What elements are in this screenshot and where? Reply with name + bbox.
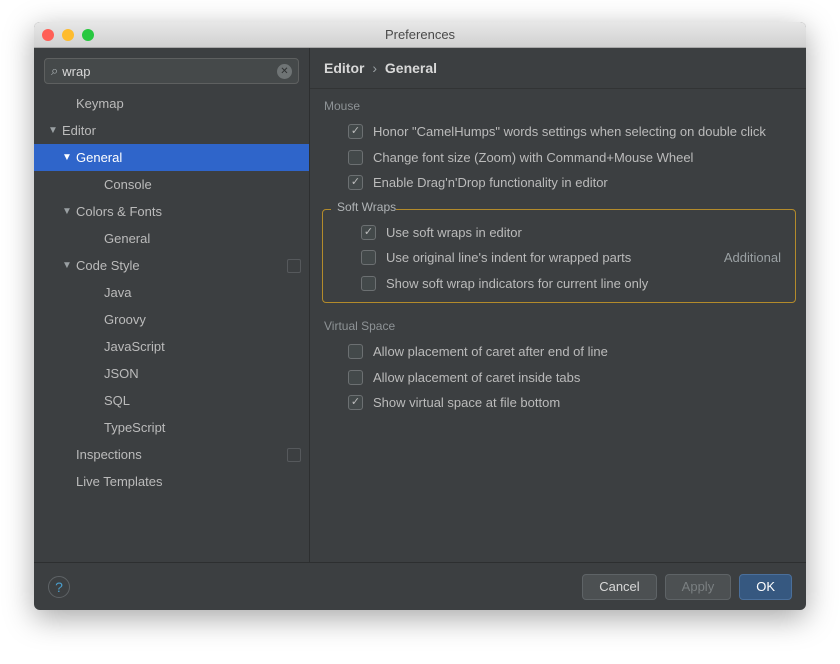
option-label: Enable Drag'n'Drop functionality in edit… — [373, 174, 608, 192]
tree-node[interactable]: Keymap — [34, 90, 309, 117]
tree-node[interactable]: JavaScript — [34, 333, 309, 360]
tree-node-label: General — [76, 150, 122, 165]
option-label: Honor "CamelHumps" words settings when s… — [373, 123, 766, 141]
clear-search-icon[interactable]: ✕ — [277, 64, 292, 79]
titlebar: Preferences — [34, 22, 806, 48]
close-icon[interactable] — [42, 29, 54, 41]
checkbox[interactable] — [348, 124, 363, 139]
tree-node[interactable]: Live Templates — [34, 468, 309, 495]
breadcrumb: Editor › General — [310, 48, 806, 89]
tree-node-label: JSON — [104, 366, 139, 381]
option-label: Allow placement of caret after end of li… — [373, 343, 608, 361]
tree-node-label: Live Templates — [76, 474, 162, 489]
checkbox[interactable] — [361, 250, 376, 265]
tree-node[interactable]: Console — [34, 171, 309, 198]
footer: ? Cancel Apply OK — [34, 562, 806, 610]
tree-node-label: JavaScript — [104, 339, 165, 354]
tree-node-label: Colors & Fonts — [76, 204, 162, 219]
tree-node-label: SQL — [104, 393, 130, 408]
tree-node[interactable]: ▼ Code Style — [34, 252, 309, 279]
sidebar: ⌕ ✕ Keymap ▼ Editor ▼ General Console ▼ Colors … — [34, 48, 310, 562]
window-body: ⌕ ✕ Keymap ▼ Editor ▼ General Console ▼ Colors … — [34, 48, 806, 562]
help-button[interactable]: ? — [48, 576, 70, 598]
option-row[interactable]: Allow placement of caret inside tabs — [310, 365, 806, 391]
option-extra: Additional — [710, 249, 781, 267]
tree-node[interactable]: ▼ General — [34, 144, 309, 171]
tree-node-label: TypeScript — [104, 420, 165, 435]
virtual-space-section: Virtual Space Allow placement of caret a… — [310, 309, 806, 416]
tree-node-label: Java — [104, 285, 131, 300]
tree-node-label: Groovy — [104, 312, 146, 327]
option-row[interactable]: Use original line's indent for wrapped p… — [323, 245, 795, 271]
section-title: Soft Wraps — [331, 200, 396, 220]
soft-wraps-section: Soft Wraps Use soft wraps in editor Use o… — [322, 200, 796, 304]
checkbox[interactable] — [348, 370, 363, 385]
tree-node-label: Code Style — [76, 258, 140, 273]
option-row[interactable]: Use soft wraps in editor — [323, 220, 795, 246]
chevron-right-icon: › — [372, 60, 377, 76]
chevron-down-icon: ▼ — [62, 206, 72, 217]
option-label: Show soft wrap indicators for current li… — [386, 275, 648, 293]
checkbox[interactable] — [361, 276, 376, 291]
option-label: Change font size (Zoom) with Command+Mou… — [373, 149, 693, 167]
option-label: Use soft wraps in editor — [386, 224, 522, 242]
tree-node-label: General — [104, 231, 150, 246]
tree-node[interactable]: JSON — [34, 360, 309, 387]
tree-node-label: Editor — [62, 123, 96, 138]
option-row[interactable]: Allow placement of caret after end of li… — [310, 339, 806, 365]
breadcrumb-part: Editor — [324, 60, 364, 76]
search-input[interactable] — [62, 64, 277, 79]
settings-tree: Keymap ▼ Editor ▼ General Console ▼ Colors & Fo… — [34, 90, 309, 562]
chevron-down-icon: ▼ — [62, 260, 72, 271]
tree-node[interactable]: ▼ Colors & Fonts — [34, 198, 309, 225]
content-area: Editor › General Mouse Honor "CamelHumps… — [310, 48, 806, 562]
scheme-badge-icon — [287, 448, 301, 462]
tree-node[interactable]: SQL — [34, 387, 309, 414]
cancel-button[interactable]: Cancel — [582, 574, 656, 600]
section-title: Virtual Space — [310, 309, 395, 339]
option-row[interactable]: Show soft wrap indicators for current li… — [323, 271, 795, 297]
option-row[interactable]: Show virtual space at file bottom — [310, 390, 806, 416]
chevron-down-icon: ▼ — [62, 152, 72, 163]
checkbox[interactable] — [348, 344, 363, 359]
tree-node[interactable]: Inspections — [34, 441, 309, 468]
option-label: Show virtual space at file bottom — [373, 394, 560, 412]
window-title: Preferences — [34, 27, 806, 42]
option-row[interactable]: Enable Drag'n'Drop functionality in edit… — [310, 170, 806, 196]
apply-button[interactable]: Apply — [665, 574, 732, 600]
search-icon: ⌕ — [51, 63, 58, 79]
mouse-section: Mouse Honor "CamelHumps" words settings … — [310, 89, 806, 196]
option-label: Use original line's indent for wrapped p… — [386, 249, 631, 267]
tree-node[interactable]: ▼ Editor — [34, 117, 309, 144]
search-container: ⌕ ✕ — [34, 48, 309, 90]
ok-button[interactable]: OK — [739, 574, 792, 600]
zoom-icon[interactable] — [82, 29, 94, 41]
checkbox[interactable] — [348, 150, 363, 165]
option-row[interactable]: Change font size (Zoom) with Command+Mou… — [310, 145, 806, 171]
tree-node[interactable]: TypeScript — [34, 414, 309, 441]
option-label: Allow placement of caret inside tabs — [373, 369, 580, 387]
settings-panel: Mouse Honor "CamelHumps" words settings … — [310, 89, 806, 562]
window-controls — [42, 29, 94, 41]
tree-node[interactable]: Java — [34, 279, 309, 306]
checkbox[interactable] — [348, 175, 363, 190]
tree-node[interactable]: Groovy — [34, 306, 309, 333]
option-row[interactable]: Honor "CamelHumps" words settings when s… — [310, 119, 806, 145]
tree-node-label: Inspections — [76, 447, 142, 462]
tree-node-label: Keymap — [76, 96, 124, 111]
scheme-badge-icon — [287, 259, 301, 273]
tree-node-label: Console — [104, 177, 152, 192]
minimize-icon[interactable] — [62, 29, 74, 41]
search-field[interactable]: ⌕ ✕ — [44, 58, 299, 84]
checkbox[interactable] — [361, 225, 376, 240]
preferences-window: Preferences ⌕ ✕ Keymap ▼ Editor ▼ General Con… — [34, 22, 806, 610]
chevron-down-icon: ▼ — [48, 125, 58, 136]
tree-node[interactable]: General — [34, 225, 309, 252]
breadcrumb-part: General — [385, 60, 437, 76]
section-title: Mouse — [310, 89, 360, 119]
checkbox[interactable] — [348, 395, 363, 410]
